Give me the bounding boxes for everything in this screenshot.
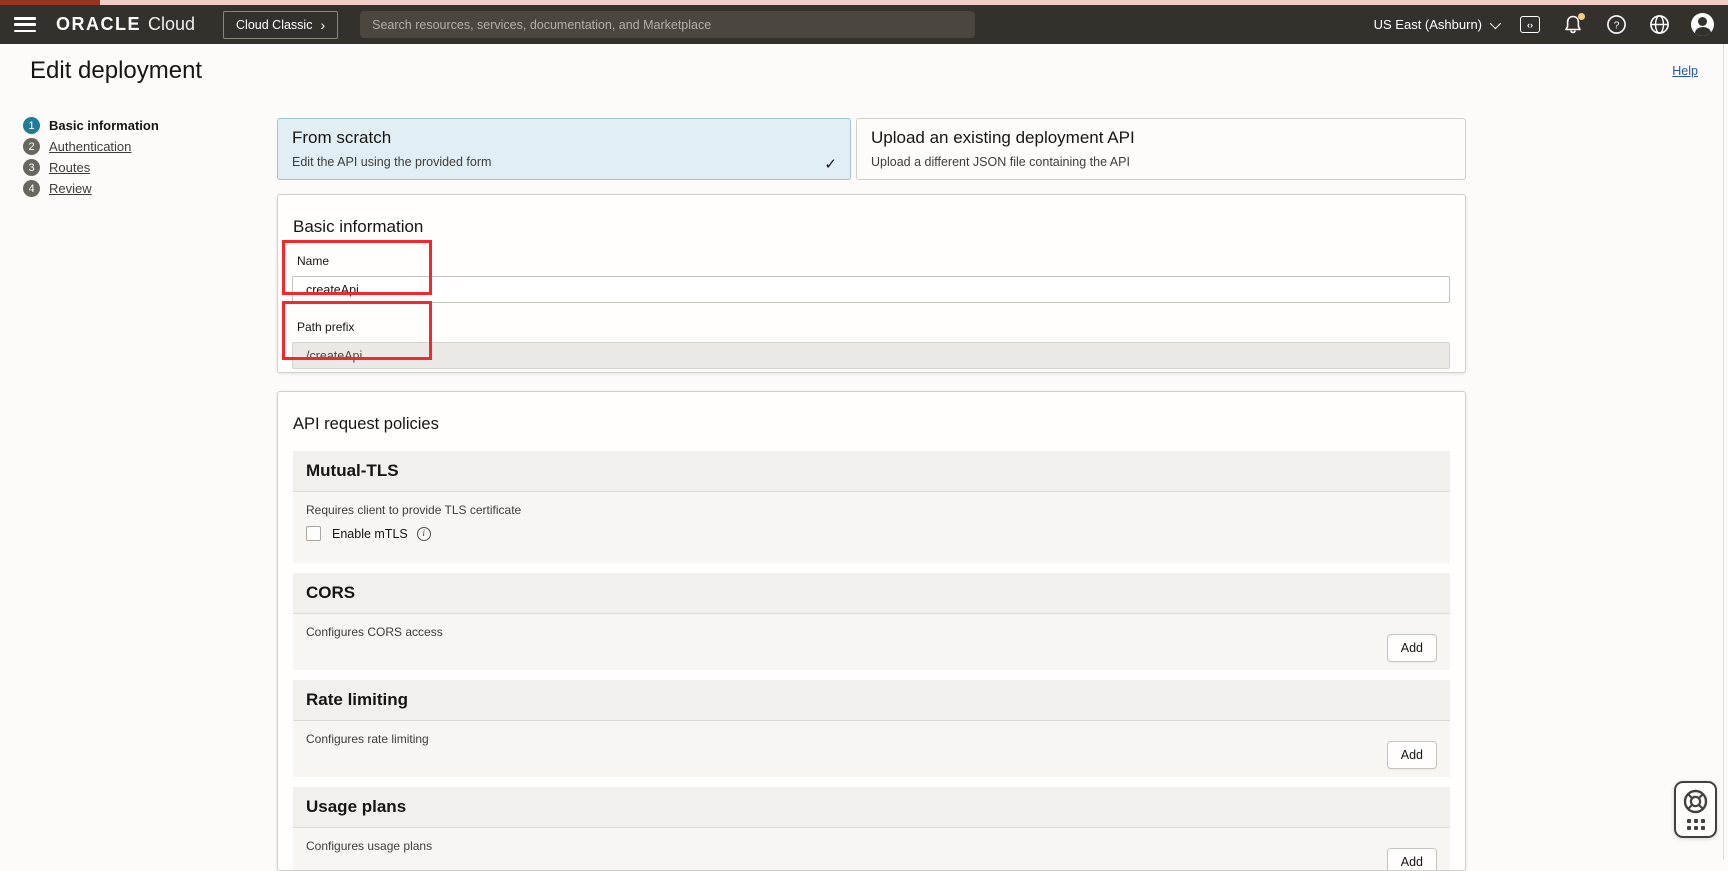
topbar-right-group: US East (Ashburn) ‹› ? [1374,13,1714,36]
wizard-steps: 1 Basic information 2 Authentication 3 R… [23,117,253,201]
path-prefix-field-label: Path prefix [297,320,1451,334]
policy-section-cors: CORS Configures CORS access Add [293,573,1450,670]
policy-section-body: Configures rate limiting Add [293,720,1450,777]
policy-section-usage-plans: Usage plans Configures usage plans Add [293,787,1450,871]
region-label: US East (Ashburn) [1374,17,1482,32]
basic-information-panel: Basic information Name Path prefix [277,194,1466,373]
choice-card-upload-api[interactable]: Upload an existing deployment API Upload… [856,118,1466,180]
name-field-label: Name [297,254,1451,268]
logo-cloud-text: Cloud [148,14,195,35]
api-request-policies-panel: API request policies Mutual-TLS Requires… [277,391,1466,871]
console-icon[interactable]: ‹› [1519,14,1541,36]
policy-description: Requires client to provide TLS certifica… [306,503,1437,517]
policy-section-body: Configures CORS access Add [293,613,1450,670]
policy-section-mutual-tls: Mutual-TLS Requires client to provide TL… [293,451,1450,563]
rate-limiting-add-button[interactable]: Add [1387,741,1437,769]
assistance-launcher-widget[interactable] [1674,781,1717,838]
wizard-step-basic-information: 1 Basic information [23,117,253,134]
wizard-step-review[interactable]: 4 Review [23,180,253,197]
cors-add-button[interactable]: Add [1387,634,1437,662]
policy-description: Configures rate limiting [306,732,1437,746]
browser-progress-track [0,0,1728,5]
enable-mtls-label: Enable mTLS [332,527,408,541]
step-number-badge: 1 [23,117,40,134]
user-avatar-icon[interactable] [1691,13,1714,36]
choice-card-title: From scratch [292,128,836,148]
global-search-input[interactable] [360,11,975,38]
enable-mtls-checkbox[interactable] [306,526,321,541]
hamburger-menu-icon[interactable] [14,17,36,32]
choice-card-from-scratch[interactable]: From scratch Edit the API using the prov… [277,118,851,180]
step-label: Basic information [49,118,159,133]
logo-oracle-text: ORACLE [56,14,141,35]
policy-section-title: Rate limiting [306,690,408,710]
policy-section-rate-limiting: Rate limiting Configures rate limiting A… [293,680,1450,777]
help-question-icon[interactable]: ? [1605,14,1627,36]
step-label[interactable]: Review [49,181,92,196]
policy-description: Configures CORS access [306,625,1437,639]
chevron-down-icon [1490,17,1501,28]
help-link[interactable]: Help [1672,64,1698,78]
info-icon[interactable]: i [417,527,431,541]
step-label[interactable]: Routes [49,160,90,175]
chevron-right-icon: › [320,20,325,30]
policy-section-header: Rate limiting [293,680,1450,720]
policy-section-title: Mutual-TLS [306,461,399,481]
step-number-badge: 3 [23,159,40,176]
page-header: Edit deployment Help [0,44,1728,97]
oracle-cloud-logo[interactable]: ORACLE Cloud [56,14,195,35]
step-number-badge: 4 [23,180,40,197]
api-request-policies-title: API request policies [293,415,1451,434]
selected-check-icon: ✓ [824,155,837,173]
policy-section-title: Usage plans [306,797,406,817]
policy-section-header: CORS [293,573,1450,613]
path-prefix-input [292,342,1450,369]
step-number-badge: 2 [23,138,40,155]
wizard-step-authentication[interactable]: 2 Authentication [23,138,253,155]
name-input[interactable] [292,276,1450,303]
cloud-classic-button[interactable]: Cloud Classic › [223,11,338,39]
policy-section-body: Configures usage plans Add [293,827,1450,871]
svg-text:?: ? [1613,19,1619,31]
language-globe-icon[interactable] [1648,14,1670,36]
wizard-step-routes[interactable]: 3 Routes [23,159,253,176]
choice-card-subtitle: Edit the API using the provided form [292,155,836,169]
choice-card-title: Upload an existing deployment API [871,128,1451,148]
scrollbar-track-edge [1723,44,1724,860]
api-source-choice-row: From scratch Edit the API using the prov… [277,118,1466,180]
region-selector[interactable]: US East (Ashburn) [1374,17,1498,32]
cloud-classic-label: Cloud Classic [236,18,312,32]
page-title: Edit deployment [30,57,202,85]
policy-section-title: CORS [306,583,355,603]
top-navigation-bar: ORACLE Cloud Cloud Classic › US East (As… [0,5,1728,44]
step-label[interactable]: Authentication [49,139,131,154]
notifications-bell-icon[interactable] [1562,14,1584,36]
life-preserver-icon [1682,788,1709,815]
choice-card-subtitle: Upload a different JSON file containing … [871,155,1451,169]
policy-section-body: Requires client to provide TLS certifica… [293,491,1450,563]
policy-description: Configures usage plans [306,839,1437,853]
basic-information-title: Basic information [293,217,1451,237]
browser-progress-fill [0,0,100,5]
enable-mtls-row: Enable mTLS i [306,526,1437,541]
policy-section-header: Mutual-TLS [293,451,1450,491]
dots-grid-icon [1687,819,1705,830]
main-content: From scratch Edit the API using the prov… [277,118,1466,871]
notification-badge [1578,13,1585,20]
policy-section-header: Usage plans [293,787,1450,827]
